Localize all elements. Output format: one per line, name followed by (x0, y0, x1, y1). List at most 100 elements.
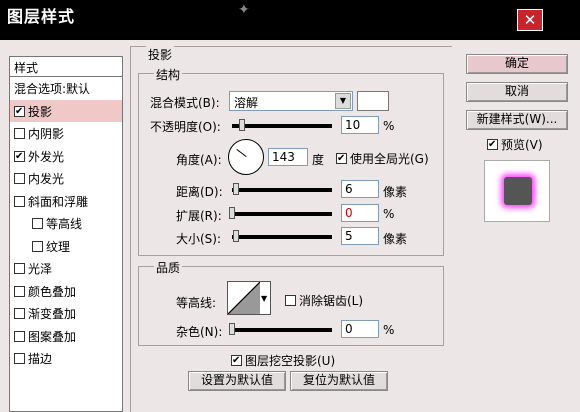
style-item[interactable]: 图案叠加 (10, 325, 122, 347)
style-item-label: 斜面和浮雕 (28, 194, 89, 209)
contour-picker[interactable]: ▼ (227, 281, 271, 315)
preview-check-icon (487, 139, 498, 150)
style-item[interactable]: 光泽 (10, 257, 122, 279)
reset-default-button[interactable]: 复位为默认值 (290, 371, 388, 391)
angle-label: 角度(A): (176, 153, 222, 167)
style-item[interactable]: 颜色叠加 (10, 280, 122, 302)
style-item-label: 颜色叠加 (28, 284, 77, 299)
spread-input[interactable] (341, 204, 379, 222)
opacity-slider-thumb[interactable] (239, 119, 245, 131)
noise-slider-track[interactable] (232, 328, 332, 332)
new-style-button[interactable]: 新建样式(W)... (466, 110, 568, 130)
global-light-label: 使用全局光(G) (350, 152, 429, 166)
style-item[interactable]: 斜面和浮雕 (10, 190, 122, 212)
size-slider-thumb[interactable] (233, 230, 239, 242)
knockout-check-icon (231, 355, 242, 366)
anti-alias-check-icon (285, 295, 296, 306)
preview-checkbox[interactable]: 预览(V) (487, 136, 543, 153)
style-list: 样式 混合选项:默认投影内阴影外发光内发光斜面和浮雕等高线纹理光泽颜色叠加渐变叠… (9, 56, 123, 412)
style-item[interactable]: 描边 (10, 347, 122, 369)
window-title: 图层样式 (7, 7, 76, 26)
spread-label: 扩展(R): (176, 209, 222, 223)
style-item-label: 图案叠加 (28, 329, 77, 344)
style-item-checkbox[interactable] (32, 218, 43, 229)
style-item-checkbox[interactable] (14, 263, 25, 274)
style-item-checkbox[interactable] (32, 240, 43, 252)
style-item-checkbox[interactable] (14, 128, 25, 139)
close-button[interactable]: ✕ (517, 9, 543, 31)
style-list-header: 样式 (10, 57, 122, 77)
noise-label: 杂色(N): (176, 325, 223, 339)
noise-unit: % (383, 323, 395, 337)
style-item-label: 投影 (28, 104, 53, 119)
ok-button[interactable]: 确定 (466, 54, 568, 74)
make-default-button[interactable]: 设置为默认值 (188, 371, 286, 391)
opacity-unit: % (383, 119, 395, 133)
contour-dropdown-icon: ▼ (261, 294, 268, 303)
cancel-button[interactable]: 取消 (466, 82, 568, 102)
style-item-checkbox[interactable] (14, 105, 25, 117)
angle-dial[interactable] (228, 139, 264, 175)
size-label: 大小(S): (176, 232, 222, 246)
style-item[interactable]: 等高线 (10, 212, 122, 234)
angle-unit: 度 (312, 153, 325, 167)
style-item[interactable]: 外发光 (10, 145, 122, 167)
style-item-label: 纹理 (46, 239, 71, 254)
style-item-checkbox[interactable] (14, 173, 25, 184)
opacity-label: 不透明度(O): (150, 120, 221, 134)
contour-preview-icon (228, 282, 260, 314)
preview-label: 预览(V) (501, 138, 543, 152)
distance-unit: 像素 (383, 185, 408, 199)
size-input[interactable] (341, 227, 379, 245)
style-item-label: 内发光 (28, 172, 65, 186)
opacity-input[interactable] (341, 116, 379, 134)
size-slider-track[interactable] (232, 235, 332, 239)
size-unit: 像素 (383, 232, 408, 246)
blend-mode-label: 混合模式(B): (150, 96, 220, 110)
spread-slider-thumb[interactable] (229, 207, 235, 219)
drop-shadow-title: 投影 (146, 46, 175, 63)
contour-label: 等高线: (176, 296, 217, 310)
blend-mode-select[interactable]: 溶解 ▼ (229, 91, 353, 111)
style-item[interactable]: 渐变叠加 (10, 302, 122, 324)
structure-title: 结构 (154, 66, 183, 83)
style-item-checkbox[interactable] (14, 285, 25, 297)
style-item[interactable]: 内发光 (10, 167, 122, 189)
style-item[interactable]: 内阴影 (10, 122, 122, 144)
style-item-label: 混合选项:默认 (14, 82, 91, 96)
noise-input[interactable] (341, 320, 379, 338)
preview-thumbnail (504, 177, 532, 205)
style-item[interactable]: 投影 (10, 99, 122, 122)
opacity-slider-track[interactable] (232, 124, 332, 128)
anti-alias-label: 消除锯齿(L) (299, 294, 364, 308)
distance-slider-track[interactable] (232, 188, 332, 192)
blend-mode-value: 溶解 (234, 96, 259, 110)
preview-box (484, 160, 550, 222)
chevron-down-icon: ▼ (335, 93, 351, 109)
style-item-checkbox[interactable] (14, 195, 25, 207)
sparkle-icon: ✦ (238, 2, 250, 18)
distance-slider-thumb[interactable] (233, 183, 239, 195)
knockout-checkbox[interactable]: 图层挖空投影(U) (231, 352, 335, 369)
style-item-label: 渐变叠加 (28, 307, 77, 321)
distance-input[interactable] (341, 180, 379, 198)
anti-alias-checkbox[interactable]: 消除锯齿(L) (285, 292, 363, 309)
noise-slider-thumb[interactable] (229, 323, 235, 335)
spread-unit: % (383, 207, 395, 221)
angle-dial-needle (236, 148, 247, 157)
global-light-checkbox[interactable]: 使用全局光(G) (336, 150, 429, 167)
style-item-checkbox[interactable] (14, 353, 25, 364)
title-bar: 图层样式 ✦ ✕ (0, 0, 580, 40)
quality-title: 品质 (154, 259, 183, 276)
style-item-checkbox[interactable] (14, 330, 25, 342)
style-item-label: 描边 (28, 352, 53, 366)
style-item-checkbox[interactable] (14, 308, 25, 319)
style-item[interactable]: 混合选项:默认 (10, 77, 122, 99)
angle-input[interactable] (268, 148, 308, 166)
global-light-check-icon (336, 153, 347, 164)
style-item-label: 内阴影 (28, 127, 65, 141)
shadow-color-swatch[interactable] (357, 91, 389, 111)
style-item-checkbox[interactable] (14, 150, 25, 162)
spread-slider-track[interactable] (232, 212, 332, 216)
style-item[interactable]: 纹理 (10, 235, 122, 257)
